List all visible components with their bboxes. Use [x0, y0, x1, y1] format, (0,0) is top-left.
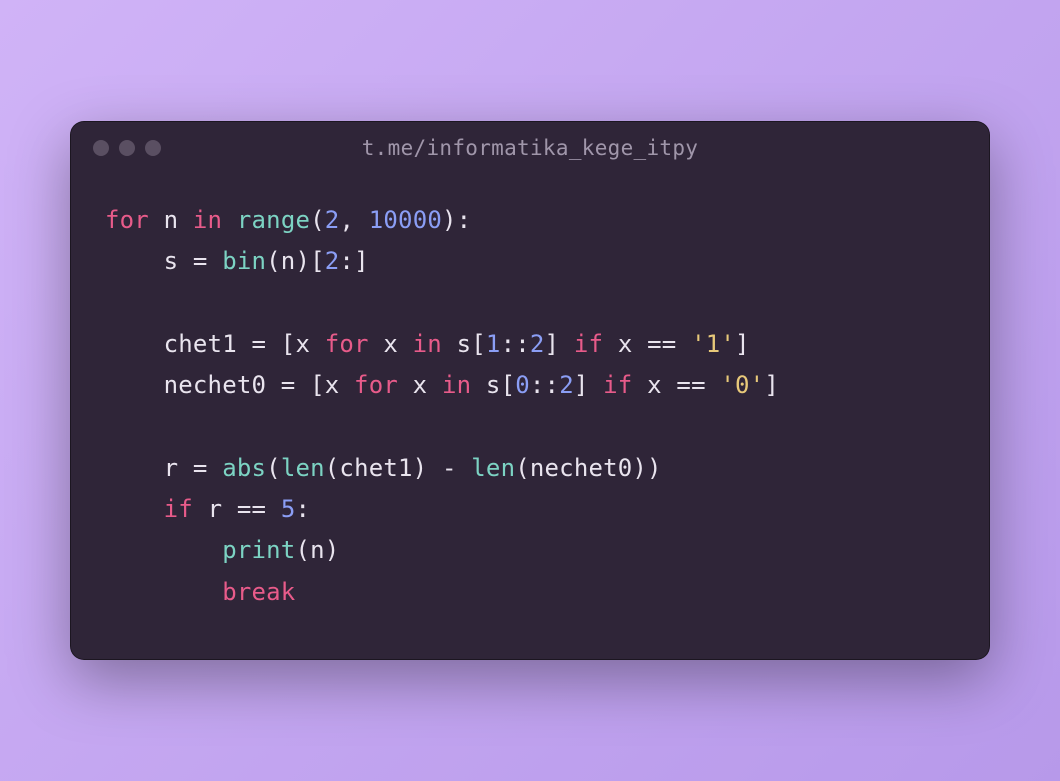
code-token-default: x	[369, 330, 413, 358]
code-token-number: 2	[559, 371, 574, 399]
traffic-lights	[93, 140, 161, 156]
code-token-keyword: in	[193, 206, 222, 234]
code-token-default: s[	[471, 371, 515, 399]
code-token-builtin: abs	[222, 454, 266, 482]
code-token-builtin: bin	[222, 247, 266, 275]
code-line: nechet0 = [x for x in s[0::2] if x == '0…	[105, 365, 955, 406]
code-token-string: '0'	[720, 371, 764, 399]
code-line: r = abs(len(chet1) - len(nechet0))	[105, 448, 955, 489]
code-token-keyword: for	[105, 206, 149, 234]
code-line: s = bin(n)[2:]	[105, 241, 955, 282]
code-token-punct: ]	[764, 371, 779, 399]
code-token-default: chet1 = [x	[105, 330, 325, 358]
code-token-default: (nechet0))	[515, 454, 662, 482]
code-token-default: x ==	[603, 330, 691, 358]
close-icon[interactable]	[93, 140, 109, 156]
code-token-default	[105, 495, 164, 523]
code-token-number: 10000	[369, 206, 442, 234]
code-token-default: x	[398, 371, 442, 399]
code-line	[105, 407, 955, 448]
code-line	[105, 283, 955, 324]
code-token-punct: ::	[501, 330, 530, 358]
code-token-default: n	[149, 206, 193, 234]
code-token-string: '1'	[691, 330, 735, 358]
code-token-number: 1	[486, 330, 501, 358]
code-token-default: nechet0 = [x	[105, 371, 354, 399]
minimize-icon[interactable]	[119, 140, 135, 156]
code-token-builtin: print	[222, 536, 295, 564]
code-token-punct: ]	[574, 371, 603, 399]
code-editor[interactable]: for n in range(2, 10000): s = bin(n)[2:]…	[71, 174, 989, 659]
code-token-default	[105, 578, 222, 606]
code-token-default: s[	[442, 330, 486, 358]
code-token-default: r ==	[193, 495, 281, 523]
code-token-punct: ]	[545, 330, 574, 358]
code-token-builtin: len	[471, 454, 515, 482]
code-token-punct: :	[295, 495, 310, 523]
code-token-punct: (	[266, 454, 281, 482]
code-token-default: s =	[105, 247, 222, 275]
code-token-keyword: in	[442, 371, 471, 399]
code-token-number: 2	[325, 206, 340, 234]
code-token-builtin: len	[281, 454, 325, 482]
window-titlebar: t.me/informatika_kege_itpy	[71, 122, 989, 174]
code-window: t.me/informatika_kege_itpy for n in rang…	[70, 121, 990, 660]
code-line: for n in range(2, 10000):	[105, 200, 955, 241]
code-line: break	[105, 572, 955, 613]
code-token-punct: :]	[339, 247, 368, 275]
code-line: chet1 = [x for x in s[1::2] if x == '1']	[105, 324, 955, 365]
code-token-default: r =	[105, 454, 222, 482]
code-token-number: 0	[515, 371, 530, 399]
code-token-number: 2	[325, 247, 340, 275]
code-token-number: 5	[281, 495, 296, 523]
code-token-keyword: in	[413, 330, 442, 358]
code-token-default: x ==	[632, 371, 720, 399]
code-token-keyword: if	[603, 371, 632, 399]
code-token-default	[105, 536, 222, 564]
code-token-punct: ,	[339, 206, 368, 234]
maximize-icon[interactable]	[145, 140, 161, 156]
code-token-punct: (n)[	[266, 247, 325, 275]
code-token-punct: ::	[530, 371, 559, 399]
window-title: t.me/informatika_kege_itpy	[71, 136, 989, 160]
code-token-punct: ]	[735, 330, 750, 358]
code-token-keyword: for	[325, 330, 369, 358]
code-token-punct: (	[310, 206, 325, 234]
code-token-keyword: for	[354, 371, 398, 399]
code-token-keyword: break	[222, 578, 295, 606]
code-token-number: 2	[530, 330, 545, 358]
code-line: print(n)	[105, 530, 955, 571]
code-line: if r == 5:	[105, 489, 955, 530]
code-token-builtin: range	[237, 206, 310, 234]
code-token-keyword: if	[574, 330, 603, 358]
code-token-default: (chet1) -	[325, 454, 472, 482]
code-token-keyword: if	[164, 495, 193, 523]
code-token-default: (n)	[295, 536, 339, 564]
code-token-default	[222, 206, 237, 234]
code-token-punct: ):	[442, 206, 471, 234]
